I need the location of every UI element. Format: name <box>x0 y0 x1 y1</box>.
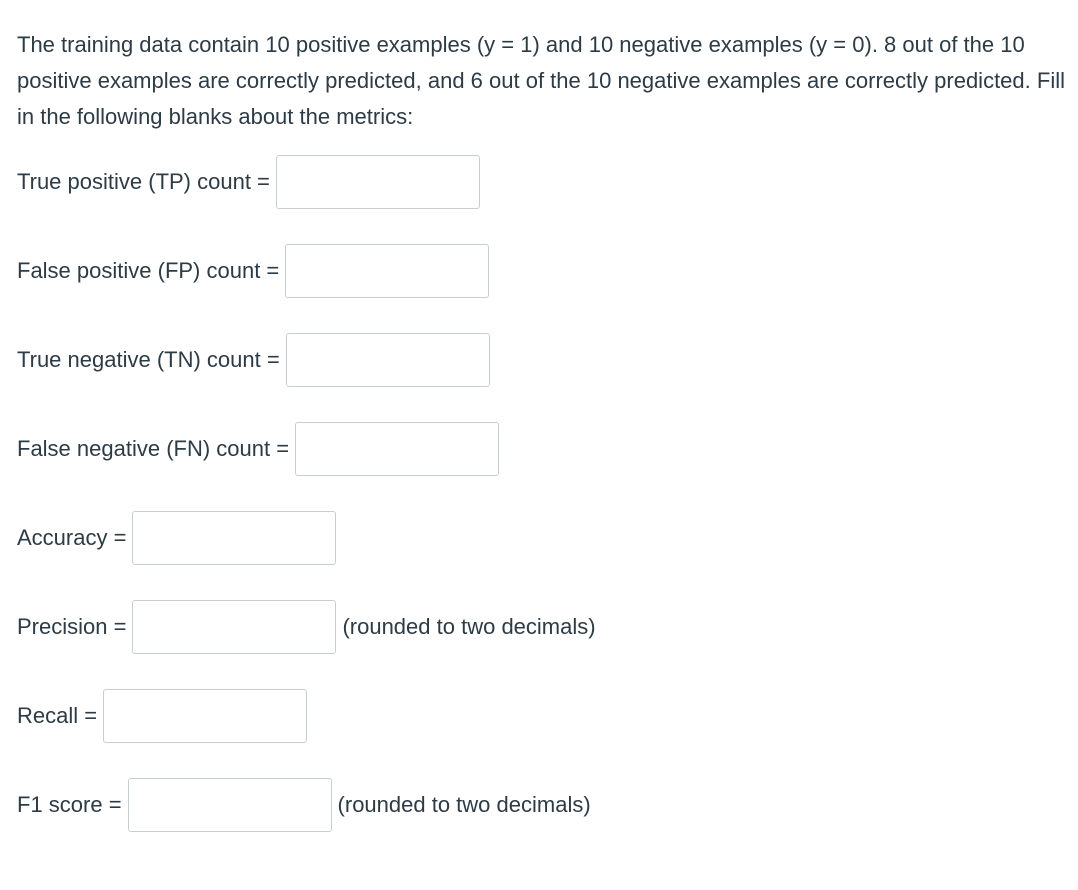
recall-label: Recall = <box>17 703 98 728</box>
recall-input[interactable] <box>103 689 308 743</box>
precision-input[interactable] <box>132 600 337 654</box>
accuracy-label: Accuracy = <box>17 525 127 550</box>
f1-row: F1 score = (rounded to two decimals) <box>17 777 591 833</box>
precision-row: Precision = (rounded to two decimals) <box>17 599 596 655</box>
fp-label: False positive (FP) count = <box>17 258 280 283</box>
tn-label: True negative (TN) count = <box>17 347 280 372</box>
tp-row: True positive (TP) count = <box>17 154 480 210</box>
precision-label: Precision = <box>17 614 127 639</box>
accuracy-input[interactable] <box>132 511 337 565</box>
recall-row: Recall = <box>17 688 308 744</box>
tp-label: True positive (TP) count = <box>17 169 270 194</box>
tn-row: True negative (TN) count = <box>17 332 490 388</box>
fn-row: False negative (FN) count = <box>17 421 500 477</box>
question-text: The training data contain 10 positive ex… <box>17 32 1065 129</box>
f1-label: F1 score = <box>17 792 122 817</box>
fp-row: False positive (FP) count = <box>17 243 490 299</box>
tn-input[interactable] <box>285 333 490 387</box>
tp-input[interactable] <box>275 155 480 209</box>
f1-note: (rounded to two decimals) <box>337 792 591 817</box>
f1-input[interactable] <box>127 778 332 832</box>
precision-note: (rounded to two decimals) <box>342 614 596 639</box>
fn-input[interactable] <box>295 422 500 476</box>
accuracy-row: Accuracy = <box>17 510 337 566</box>
fp-input[interactable] <box>285 244 490 298</box>
fn-label: False negative (FN) count = <box>17 436 290 461</box>
